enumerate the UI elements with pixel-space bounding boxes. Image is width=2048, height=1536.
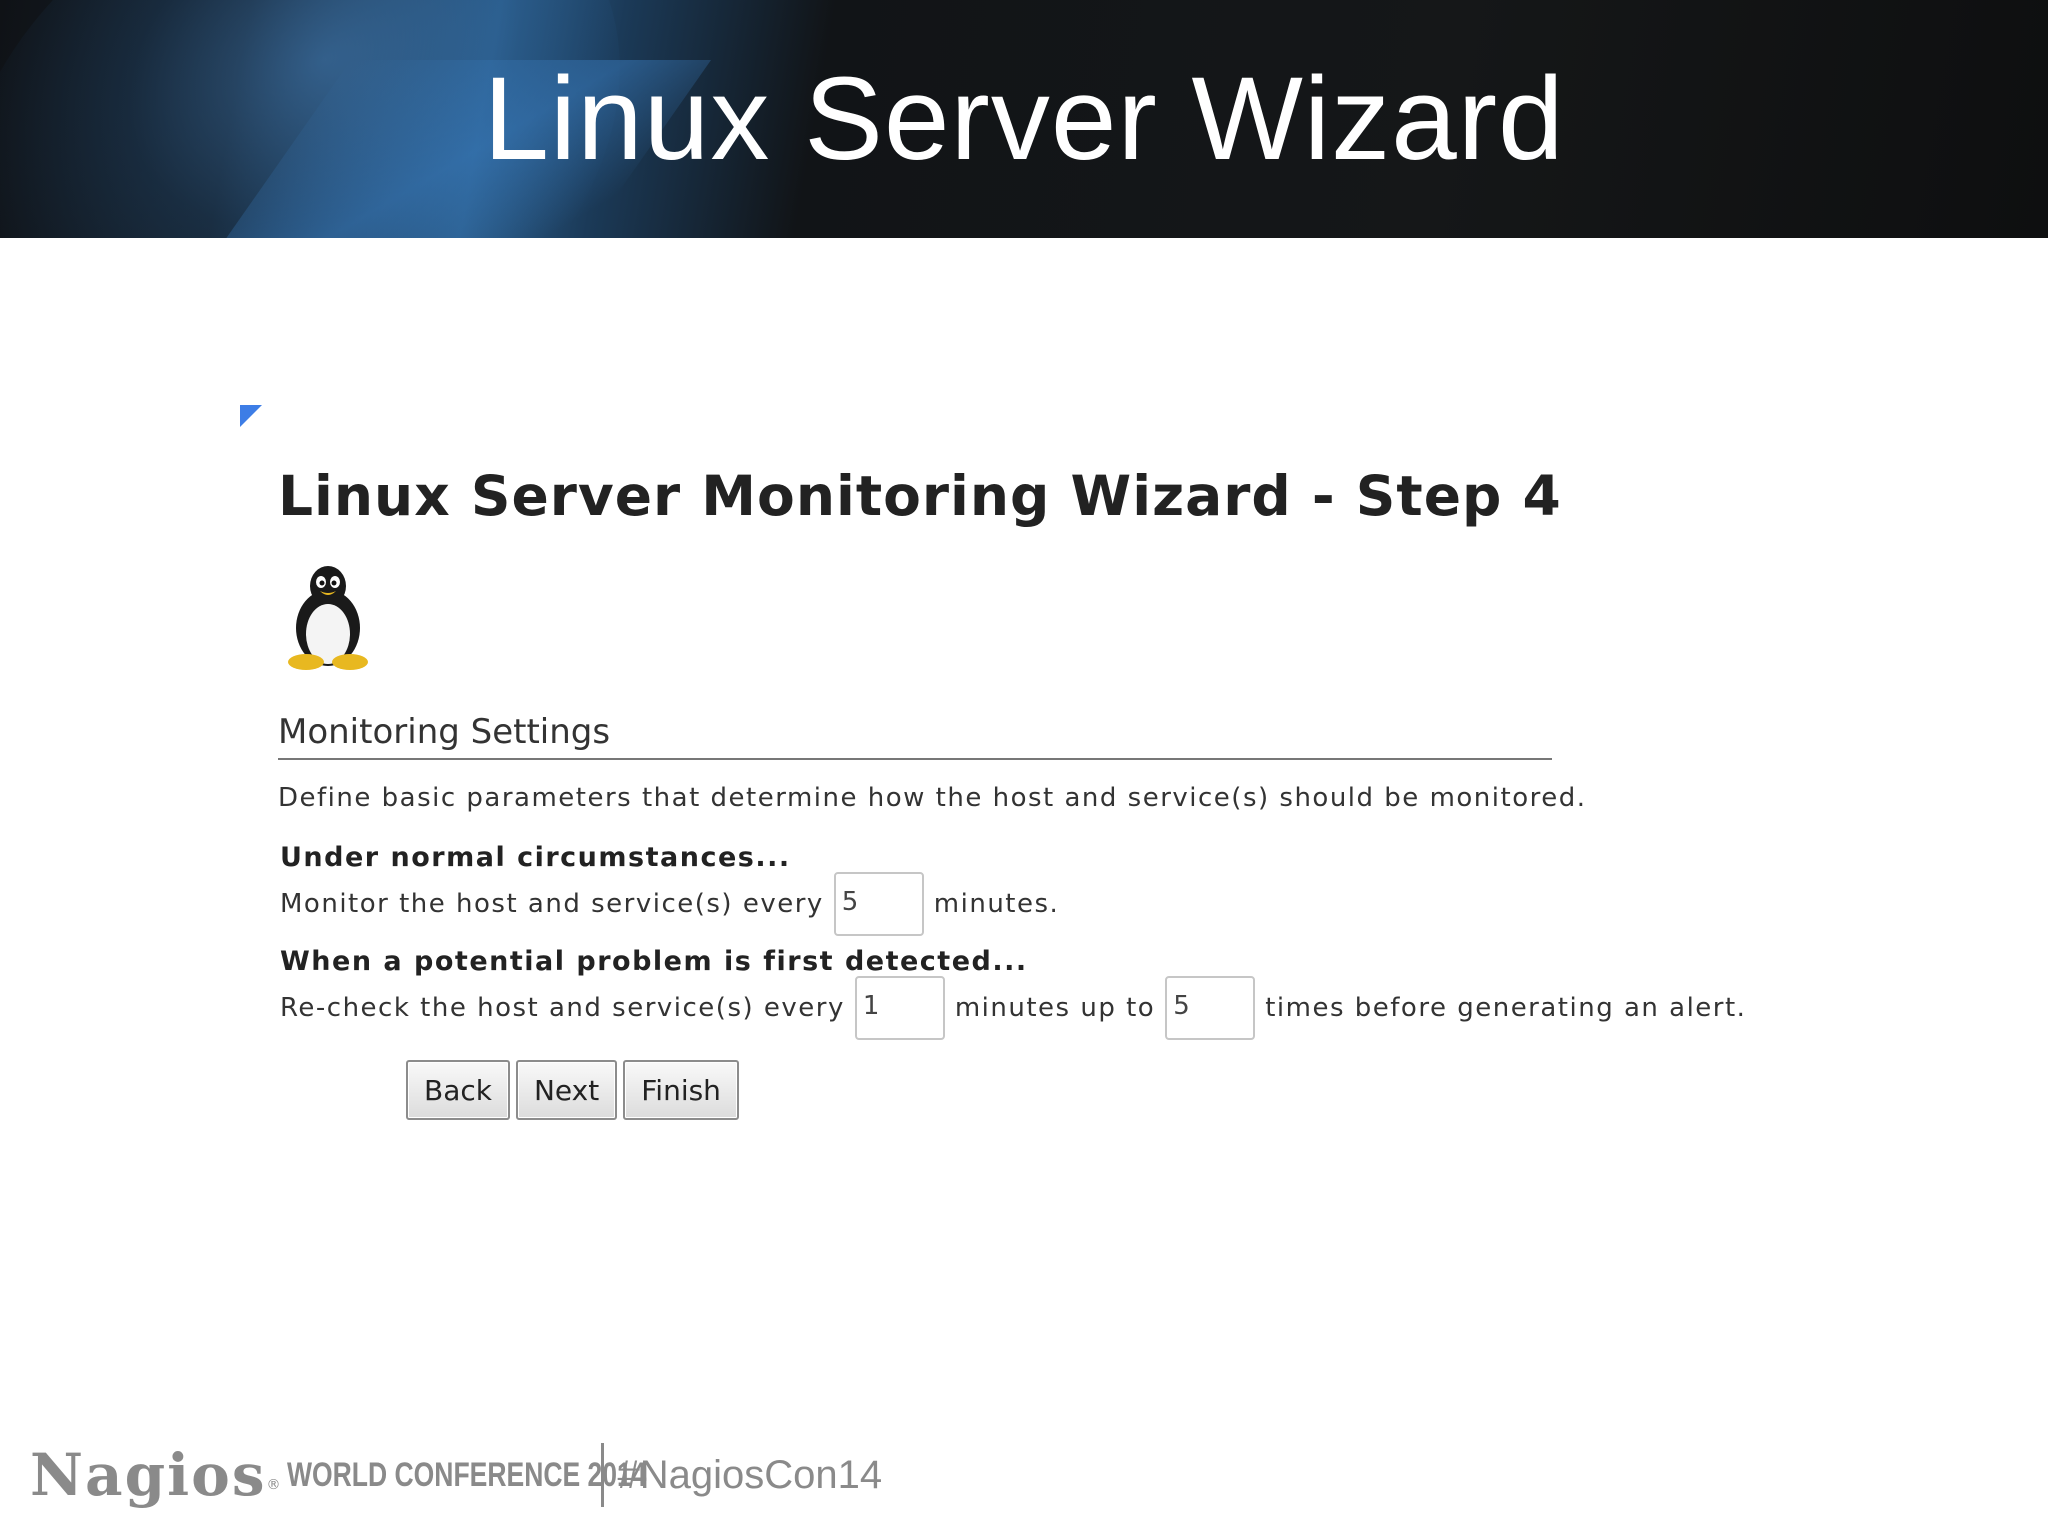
conference-label: WORLD CONFERENCE 2014 — [286, 1455, 647, 1494]
section-title-monitoring-settings: Monitoring Settings — [278, 710, 1552, 760]
wizard-button-bar: Back Next Finish — [406, 1060, 739, 1120]
normal-circumstances-heading: Under normal circumstances... — [280, 842, 791, 873]
max-attempts-input[interactable]: 5 — [1165, 976, 1256, 1040]
retry-interval-prefix: Re-check the host and service(s) every — [280, 993, 845, 1023]
retry-interval-row: Re-check the host and service(s) every 1… — [280, 976, 1746, 1040]
wizard-panel: Linux Server Monitoring Wizard - Step 4 … — [278, 460, 1778, 1120]
problem-detected-heading: When a potential problem is first detect… — [280, 946, 1028, 977]
max-attempts-suffix: times before generating an alert. — [1265, 993, 1747, 1023]
retry-interval-input[interactable]: 1 — [854, 976, 945, 1040]
tux-penguin-icon — [288, 566, 368, 670]
slide-banner: Linux Server Wizard — [0, 0, 2048, 238]
check-interval-row: Monitor the host and service(s) every 5 … — [280, 872, 1059, 936]
check-interval-input[interactable]: 5 — [833, 872, 924, 936]
collapse-triangle-icon[interactable] — [240, 405, 262, 427]
check-interval-prefix: Monitor the host and service(s) every — [280, 889, 824, 919]
conference-hashtag: #NagiosCon14 — [617, 1452, 883, 1497]
back-button[interactable]: Back — [406, 1060, 510, 1120]
section-description: Define basic parameters that determine h… — [278, 783, 1587, 813]
slide-title: Linux Server Wizard — [483, 53, 1565, 185]
finish-button[interactable]: Finish — [623, 1060, 739, 1120]
next-button[interactable]: Next — [515, 1060, 618, 1120]
nagios-logo: Nagios — [30, 1441, 267, 1509]
wizard-title: Linux Server Monitoring Wizard - Step 4 — [278, 464, 1562, 528]
slide-footer: Nagios ® WORLD CONFERENCE 2014 #NagiosCo… — [30, 1440, 882, 1510]
check-interval-suffix: minutes. — [933, 889, 1060, 919]
registered-mark: ® — [266, 1477, 281, 1493]
retry-interval-middle: minutes up to — [954, 993, 1156, 1023]
